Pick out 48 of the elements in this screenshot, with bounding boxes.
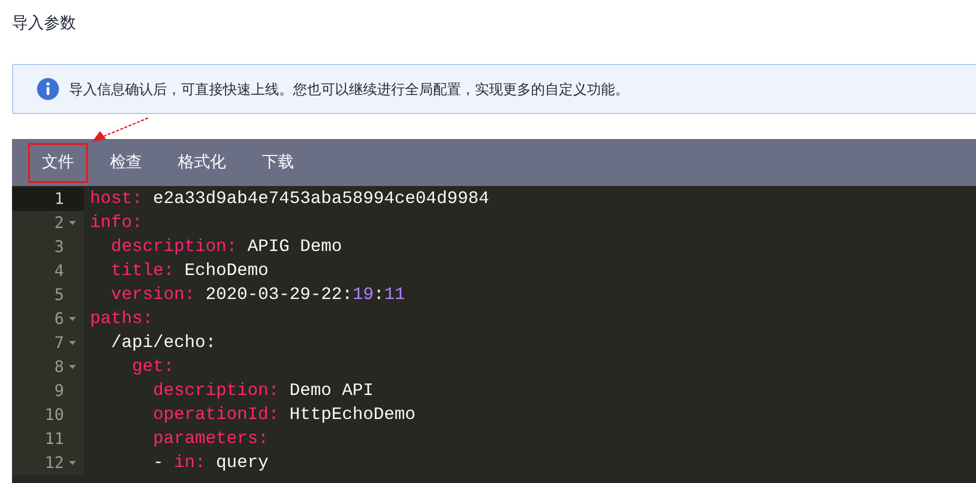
fold-caret-icon[interactable]	[68, 365, 76, 369]
code-token: e2a33d9ab4e7453aba58994ce04d9984	[152, 188, 490, 211]
code-token: HttpEchoDemo	[288, 404, 416, 427]
code-token: host:	[90, 188, 143, 211]
fold-caret-icon[interactable]	[68, 317, 76, 321]
code-token: in:	[174, 452, 206, 475]
line-number: 2	[54, 212, 64, 234]
toolbar-tab[interactable]: 文件	[28, 142, 88, 182]
code-token: /api/echo:	[110, 332, 216, 355]
code-token: -	[152, 452, 165, 475]
line-number: 6	[54, 308, 64, 330]
fold-caret-icon[interactable]	[68, 461, 76, 465]
line-number: 7	[54, 332, 64, 354]
code-token: 19	[352, 284, 374, 307]
toolbar-tab[interactable]: 格式化	[164, 142, 240, 182]
code-token: version:	[110, 284, 196, 307]
code-token: :	[374, 284, 384, 307]
code-token: info:	[90, 212, 143, 235]
code-token: description:	[152, 380, 280, 403]
info-icon	[37, 78, 59, 100]
code-token: EchoDemo	[184, 260, 269, 283]
line-number: 8	[54, 356, 64, 378]
toolbar-tab[interactable]: 下载	[248, 142, 308, 182]
fold-caret-icon[interactable]	[68, 341, 76, 345]
code-token: query	[215, 452, 269, 475]
line-number: 9	[54, 380, 64, 402]
toolbar-tab[interactable]: 检查	[96, 142, 156, 182]
notice-text: 导入信息确认后，可直接快速上线。您也可以继续进行全局配置，实现更多的自定义功能。	[69, 80, 629, 98]
code-token: operationId:	[152, 404, 280, 427]
line-number: 10	[44, 404, 64, 426]
page-title: 导入参数	[12, 14, 76, 34]
code-token: parameters:	[152, 428, 269, 451]
code-token: APIG Demo	[246, 236, 342, 259]
code-token: Demo API	[288, 380, 374, 403]
line-number: 1	[54, 188, 64, 210]
code-token: description:	[110, 236, 238, 259]
code-token: get:	[131, 356, 174, 379]
annotation-arrow	[90, 117, 150, 143]
code-token: 11	[384, 284, 406, 307]
line-number: 4	[54, 260, 64, 282]
line-number: 3	[54, 236, 64, 258]
code-token: title:	[110, 260, 174, 283]
line-number: 5	[54, 284, 64, 306]
line-number: 12	[44, 452, 64, 474]
code-token: paths:	[90, 308, 154, 331]
fold-caret-icon[interactable]	[68, 221, 76, 225]
line-number: 11	[44, 428, 64, 450]
code-token: 2020-03-29-22:	[204, 284, 353, 307]
